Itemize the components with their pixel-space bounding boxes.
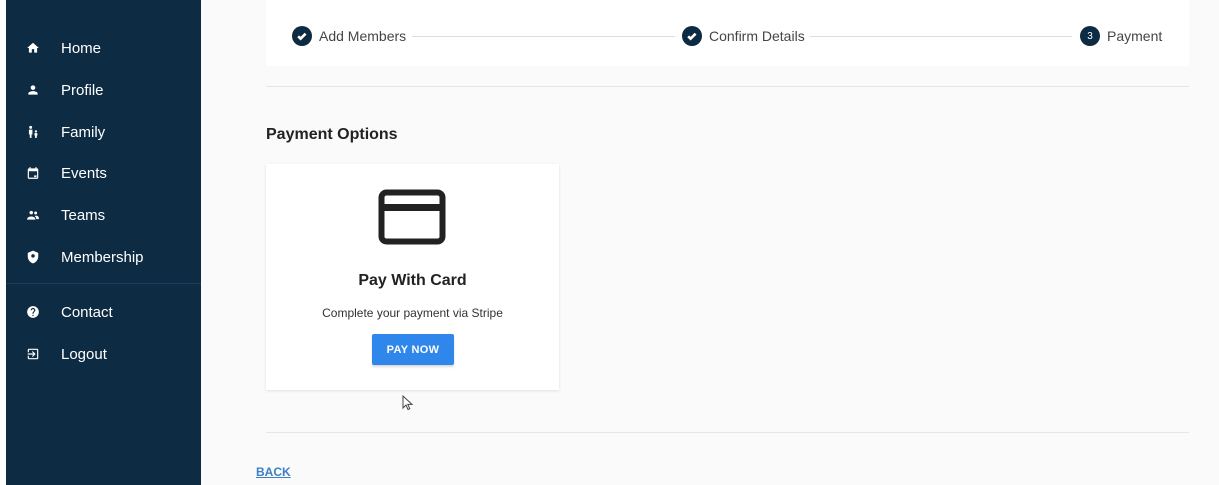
divider bbox=[266, 86, 1189, 87]
sidebar: Home Profile Family Events Teams Members… bbox=[6, 0, 201, 485]
sidebar-item-family[interactable]: Family bbox=[6, 117, 201, 147]
credit-card-icon bbox=[378, 189, 446, 245]
sidebar-item-label: Contact bbox=[61, 303, 113, 321]
help-icon bbox=[26, 305, 40, 319]
step-payment[interactable]: 3 Payment bbox=[1080, 26, 1162, 46]
step-label: Payment bbox=[1107, 28, 1163, 44]
main-content: Add Members Confirm Details 3 Payment Pa… bbox=[201, 0, 1219, 485]
card-subtitle: Complete your payment via Stripe bbox=[322, 306, 503, 320]
sidebar-item-membership[interactable]: Membership bbox=[6, 242, 201, 272]
logout-icon bbox=[26, 347, 40, 361]
sidebar-item-label: Membership bbox=[61, 248, 144, 266]
sidebar-item-label: Events bbox=[61, 164, 107, 182]
shield-icon bbox=[26, 250, 40, 264]
group-icon bbox=[26, 208, 40, 222]
back-link[interactable]: BACK bbox=[256, 465, 291, 479]
step-connector bbox=[412, 36, 675, 37]
step-label: Confirm Details bbox=[709, 28, 805, 44]
sidebar-item-home[interactable]: Home bbox=[6, 33, 201, 63]
sidebar-item-teams[interactable]: Teams bbox=[6, 200, 201, 230]
divider bbox=[266, 432, 1189, 433]
stepper: Add Members Confirm Details 3 Payment bbox=[266, 0, 1189, 66]
mouse-cursor-icon bbox=[402, 394, 414, 411]
sidebar-item-contact[interactable]: Contact bbox=[6, 297, 201, 327]
sidebar-item-profile[interactable]: Profile bbox=[6, 75, 201, 105]
sidebar-item-logout[interactable]: Logout bbox=[6, 339, 201, 369]
calendar-icon bbox=[26, 166, 40, 180]
sidebar-item-label: Family bbox=[61, 123, 106, 141]
sidebar-item-events[interactable]: Events bbox=[6, 158, 201, 188]
card-title: Pay With Card bbox=[358, 272, 467, 289]
home-icon bbox=[26, 41, 40, 55]
sidebar-item-label: Teams bbox=[61, 206, 106, 224]
sidebar-item-label: Profile bbox=[61, 81, 104, 99]
sidebar-divider bbox=[6, 283, 201, 284]
family-icon bbox=[26, 125, 40, 139]
check-icon bbox=[682, 26, 702, 46]
step-confirm-details[interactable]: Confirm Details bbox=[682, 26, 805, 46]
check-icon bbox=[292, 26, 312, 46]
section-title: Payment Options bbox=[266, 126, 398, 143]
sidebar-item-label: Home bbox=[61, 39, 102, 57]
step-label: Add Members bbox=[319, 28, 407, 44]
step-add-members[interactable]: Add Members bbox=[292, 26, 406, 46]
person-icon bbox=[26, 83, 40, 97]
pay-now-button[interactable]: PAY NOW bbox=[372, 334, 454, 365]
step-connector bbox=[810, 36, 1072, 37]
sidebar-item-label: Logout bbox=[61, 345, 107, 363]
pay-with-card-option[interactable]: Pay With Card Complete your payment via … bbox=[266, 164, 559, 390]
step-number-badge: 3 bbox=[1080, 26, 1100, 46]
